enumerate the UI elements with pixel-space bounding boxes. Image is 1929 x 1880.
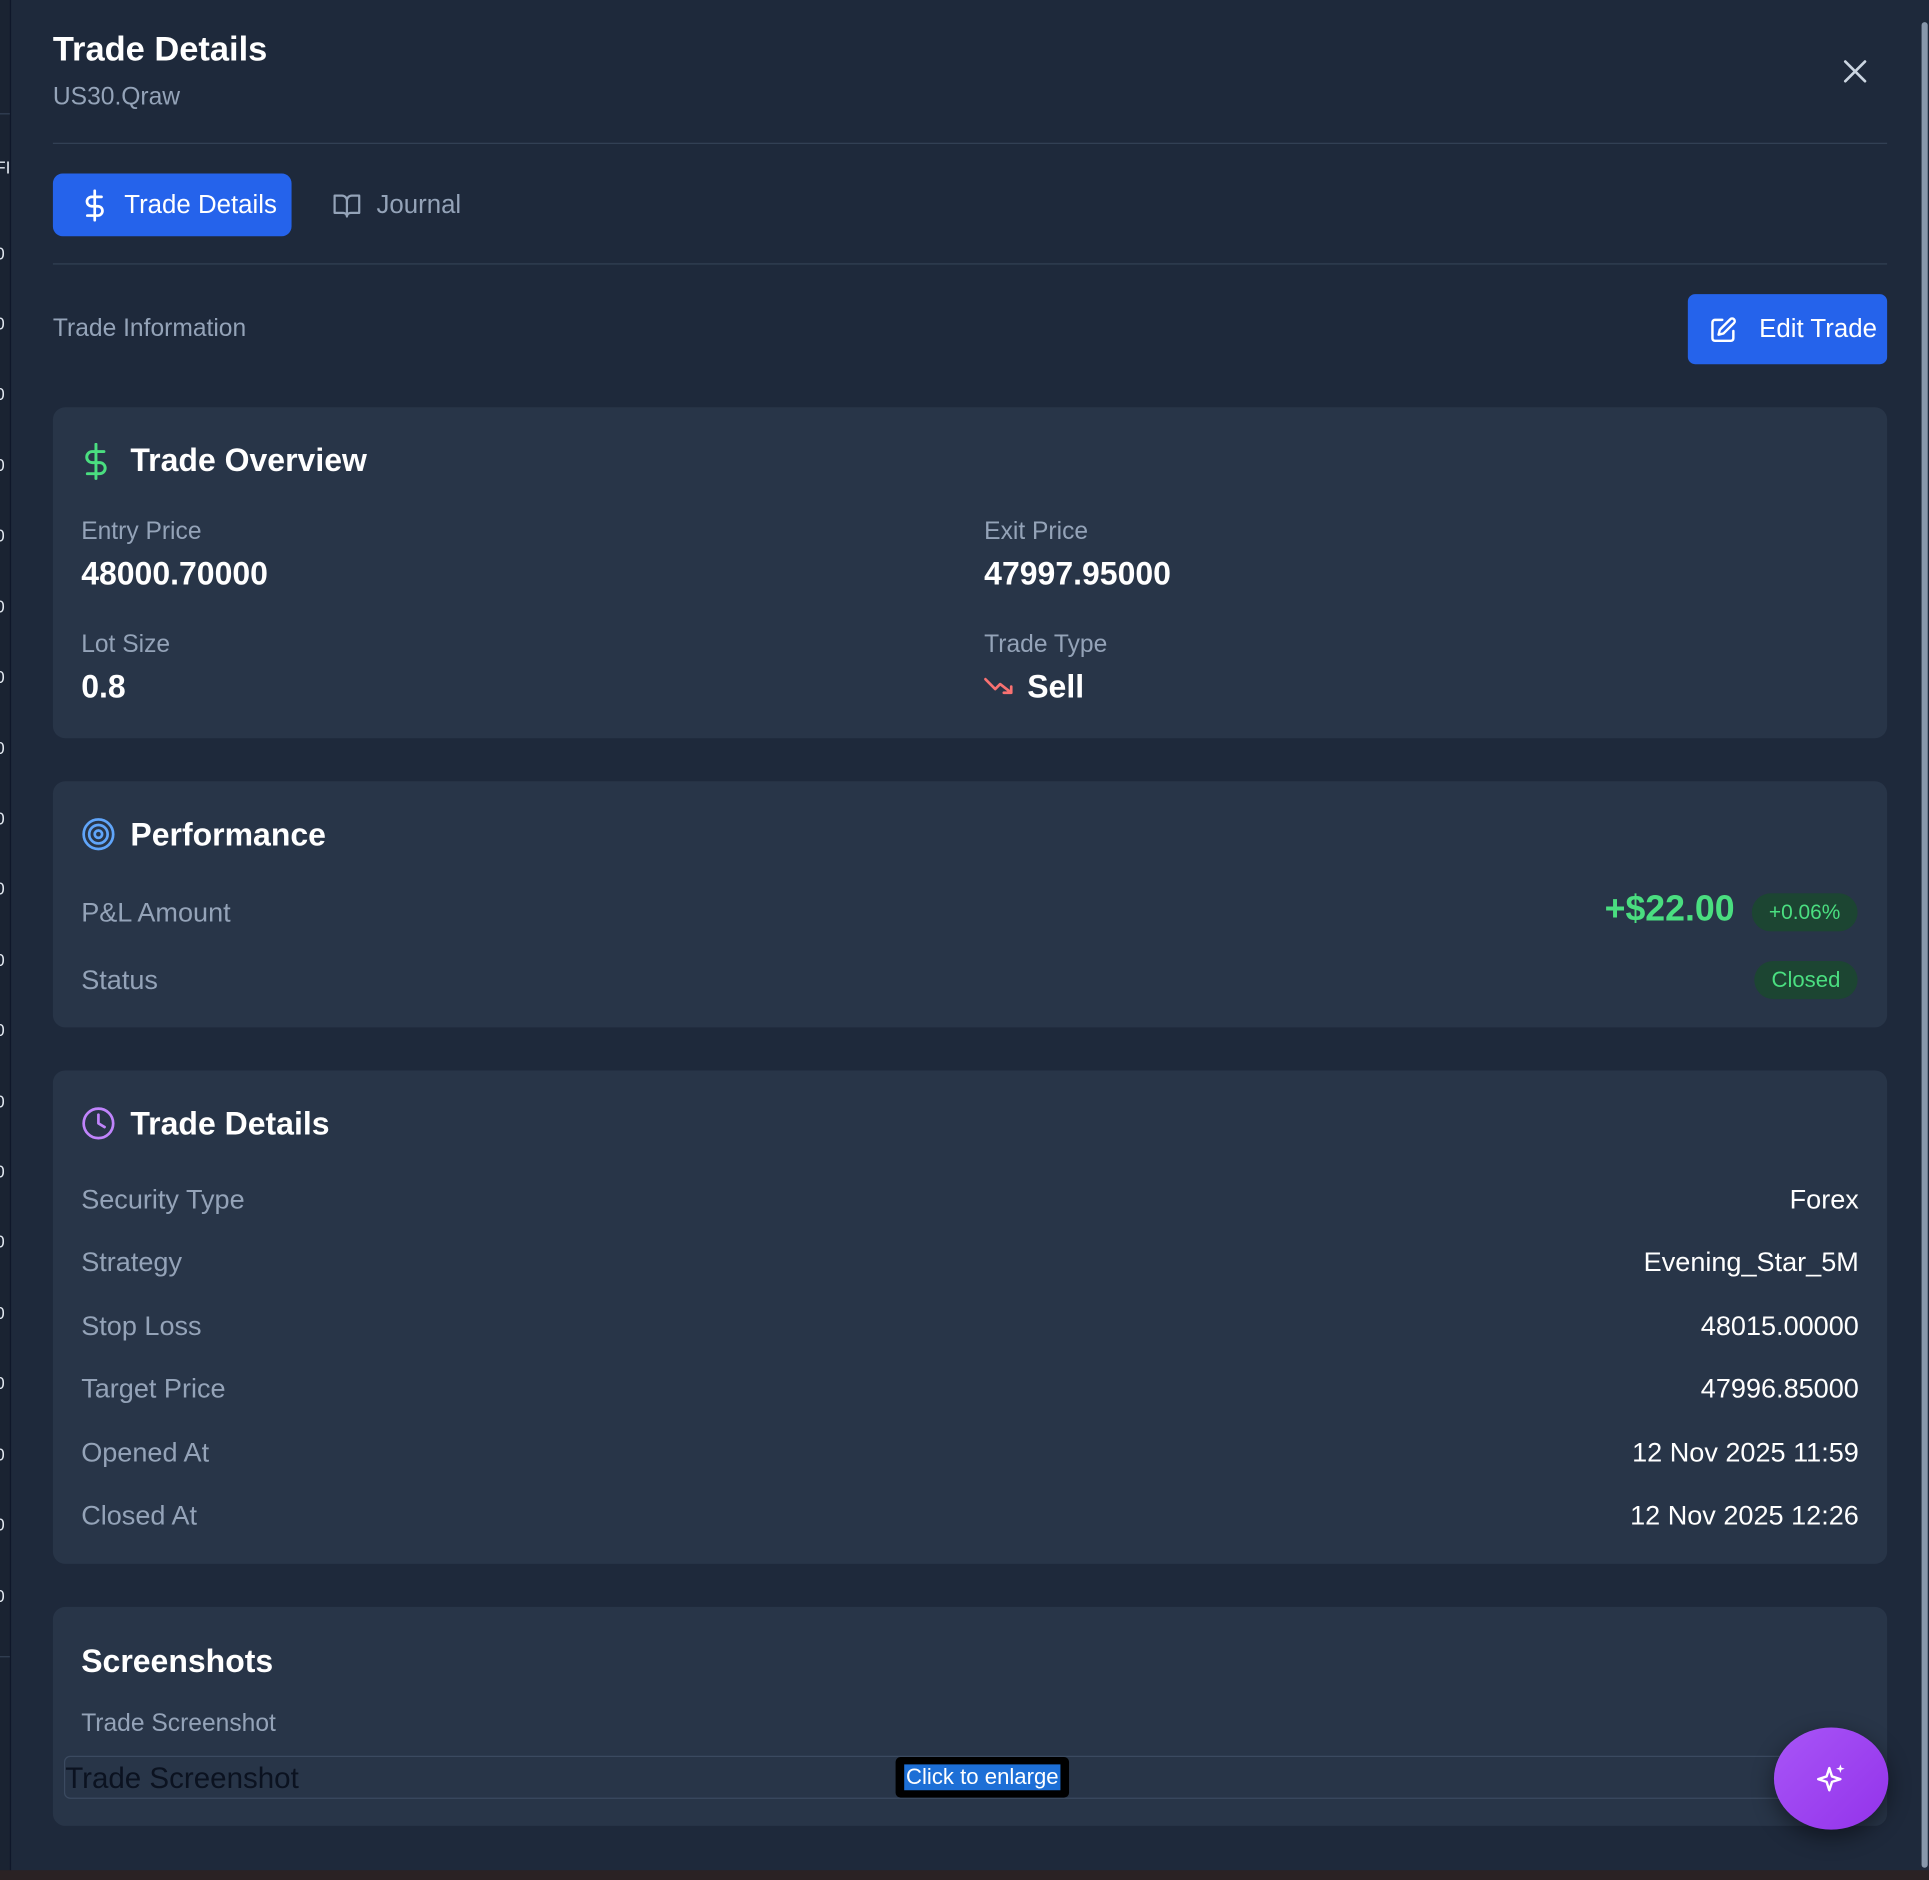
tab-trade-details[interactable]: Trade Details [52,173,292,237]
lot-size-label: Lot Size [81,631,171,659]
security-type-value: Forex [1789,1183,1859,1215]
trade-screenshot-image[interactable]: Trade Screenshot Click to enlarge [63,1755,1879,1799]
clock-icon [82,1107,115,1140]
tab-journal[interactable]: Journal [332,173,480,236]
background-page-bottom-edge [0,1870,1929,1880]
close-icon [1843,60,1867,83]
strategy-value: Evening_Star_5M [1643,1246,1859,1278]
trade-screenshot-label: Trade Screenshot [81,1710,276,1738]
entry-price-value: 48000.70000 [81,554,268,592]
book-open-icon [333,193,361,218]
pnl-percent-badge: +0.06% [1751,893,1858,932]
exit-price-value: 47997.95000 [984,554,1171,592]
opened-at-label: Opened At [81,1437,210,1468]
trade-type-label: Trade Type [984,631,1108,659]
dollar-icon [85,442,107,480]
trade-overview-title: Trade Overview [130,441,367,479]
tabs-divider [52,263,1888,265]
ai-assistant-button[interactable] [1773,1727,1889,1830]
trade-details-modal: FI 000 000 000 000 000 000 00 Trade Deta… [0,0,1929,1880]
security-type-label: Security Type [81,1183,245,1215]
screenshots-title: Screenshots [81,1642,274,1680]
closed-at-label: Closed At [81,1499,198,1531]
click-to-enlarge-label: Click to enlarge [904,1764,1060,1791]
background-page-edge: FI 000 000 000 000 000 000 00 [0,0,12,1880]
entry-price-label: Entry Price [81,517,202,546]
header-divider [52,142,1888,144]
pnl-amount-label: P&L Amount [81,896,231,928]
modal-title: Trade Details [52,29,268,68]
strategy-label: Strategy [81,1246,182,1278]
close-button[interactable] [1835,52,1874,91]
trade-details-title: Trade Details [130,1104,330,1142]
target-icon [82,818,115,851]
screenshots-card: Screenshots Trade Screenshot Trade Scree… [52,1606,1888,1826]
target-price-label: Target Price [81,1373,226,1404]
tab-trade-details-label: Trade Details [124,190,277,219]
exit-price-label: Exit Price [984,517,1089,546]
click-to-enlarge-button[interactable]: Click to enlarge [895,1757,1070,1798]
performance-card: Performance P&L Amount +$22.00 +0.06% St… [52,781,1888,1028]
sparkles-icon [1816,1763,1845,1791]
section-label-trade-information: Trade Information [52,314,247,343]
edit-icon [1711,316,1736,342]
trade-overview-card: Trade Overview Entry Price 48000.70000 E… [52,407,1888,739]
dollar-icon [85,188,104,221]
trade-screenshot-alt-text: Trade Screenshot [65,1761,299,1796]
trade-type-value: Sell [1027,668,1085,706]
closed-at-value: 12 Nov 2025 12:26 [1630,1499,1859,1531]
modal-scrollbar[interactable] [1919,0,1929,1880]
edit-trade-button[interactable]: Edit Trade [1687,294,1888,365]
target-price-value: 47996.85000 [1700,1373,1859,1404]
tab-journal-label: Journal [376,190,462,219]
lot-size-value: 0.8 [81,668,126,706]
status-label: Status [81,964,158,996]
status-badge: Closed [1754,960,1858,1000]
performance-title: Performance [130,815,326,853]
scrollbar-thumb[interactable] [1921,22,1928,1868]
modal-subtitle-symbol: US30.Qraw [52,83,181,111]
stop-loss-value: 48015.00000 [1700,1310,1859,1342]
opened-at-value: 12 Nov 2025 11:59 [1632,1437,1859,1468]
trade-details-card: Trade Details Security Type Forex Strate… [52,1070,1888,1564]
edit-trade-label: Edit Trade [1759,314,1877,343]
pnl-amount-value: +$22.00 [1604,889,1735,929]
trending-down-icon [984,677,1013,695]
stop-loss-label: Stop Loss [81,1310,202,1342]
